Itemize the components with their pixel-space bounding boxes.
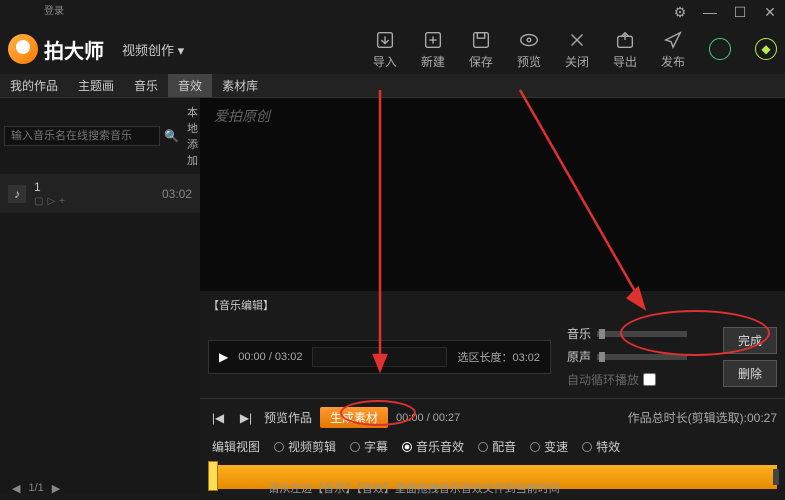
preview-work-button[interactable]: 预览作品 [264, 409, 312, 426]
publish-button[interactable]: 发布 [661, 29, 685, 70]
watermark-text: 爱拍原创 [214, 106, 270, 126]
audio-time: 00:00 / 03:02 [238, 351, 302, 363]
tab-sfx[interactable]: 音效 [168, 74, 212, 97]
page-prev-icon[interactable]: ◀ [12, 482, 20, 495]
video-create-dropdown[interactable]: 视频创作 ▾ [122, 40, 184, 59]
tab-matlib[interactable]: 素材库 [212, 74, 268, 97]
sel-length: 选区长度：03:02 [457, 349, 540, 365]
tab-music[interactable]: 音乐 [124, 74, 168, 97]
view-opt-music[interactable]: 音乐音效 [402, 438, 464, 455]
close-icon[interactable]: ✕ [763, 5, 777, 19]
page-indicator: 1/1 [28, 482, 43, 494]
tab-theme[interactable]: 主题画 [68, 74, 124, 97]
view-opt-speed[interactable]: 变速 [530, 438, 568, 455]
view-opt-effect[interactable]: 特效 [582, 438, 620, 455]
view-opt-subtitle[interactable]: 字幕 [350, 438, 388, 455]
plus-mini-icon: + [59, 196, 65, 207]
settings-icon[interactable]: ⚙ [673, 5, 687, 19]
close-button[interactable]: 关闭 [565, 29, 589, 70]
sidebar: 🔍 本地添加 ♪ 1 ▢ ▷ + 03:02 [0, 98, 200, 493]
folder-icon: ▢ [34, 196, 43, 207]
delete-button[interactable]: 删除 [723, 360, 777, 387]
play-mini-icon: ▷ [47, 196, 55, 207]
maximize-icon[interactable]: ☐ [733, 5, 747, 19]
video-preview: 爱拍原创 [200, 98, 785, 291]
voice-vol-label: 原声 [567, 348, 591, 365]
tab-myworks[interactable]: 我的作品 [0, 74, 68, 97]
music-list-item[interactable]: ♪ 1 ▢ ▷ + 03:02 [0, 174, 200, 213]
page-next-icon[interactable]: ▶ [52, 482, 60, 495]
minimize-icon[interactable]: — [703, 5, 717, 19]
auto-loop-label: 自动循环播放 [567, 371, 639, 388]
audio-play-button[interactable]: ▶ [219, 350, 228, 364]
new-button[interactable]: 新建 [421, 29, 445, 70]
prev-frame-button[interactable]: |◀ [208, 409, 228, 427]
login-link[interactable]: 登录 [44, 2, 64, 17]
auto-loop-checkbox[interactable] [643, 373, 656, 386]
music-item-title: 1 [34, 180, 154, 194]
search-icon[interactable]: 🔍 [164, 126, 179, 146]
view-label: 编辑视图 [212, 438, 260, 455]
apple-store-icon[interactable] [709, 38, 731, 60]
search-input[interactable] [4, 126, 160, 146]
play-preview-button[interactable]: ▶| [236, 409, 256, 427]
music-vol-label: 音乐 [567, 325, 591, 342]
view-opt-clip[interactable]: 视频剪辑 [274, 438, 336, 455]
import-button[interactable]: 导入 [373, 29, 397, 70]
waveform[interactable] [312, 347, 447, 367]
music-note-icon: ♪ [8, 185, 26, 203]
save-button[interactable]: 保存 [469, 29, 493, 70]
total-duration: 作品总时长(剪辑选取):00:27 [628, 409, 777, 426]
export-button[interactable]: 导出 [613, 29, 637, 70]
view-opt-dub[interactable]: 配音 [478, 438, 516, 455]
app-logo-icon [8, 34, 38, 64]
preview-button[interactable]: 预览 [517, 29, 541, 70]
music-item-duration: 03:02 [162, 187, 192, 201]
hint-text: 请从左边【音乐】【音效】里面拖拽音乐音效文件到当前时间 [268, 480, 560, 496]
app-name: 拍大师 [44, 35, 104, 64]
audio-player: ▶ 00:00 / 03:02 选区长度：03:02 [208, 340, 551, 374]
android-store-icon[interactable]: ◆ [755, 38, 777, 60]
